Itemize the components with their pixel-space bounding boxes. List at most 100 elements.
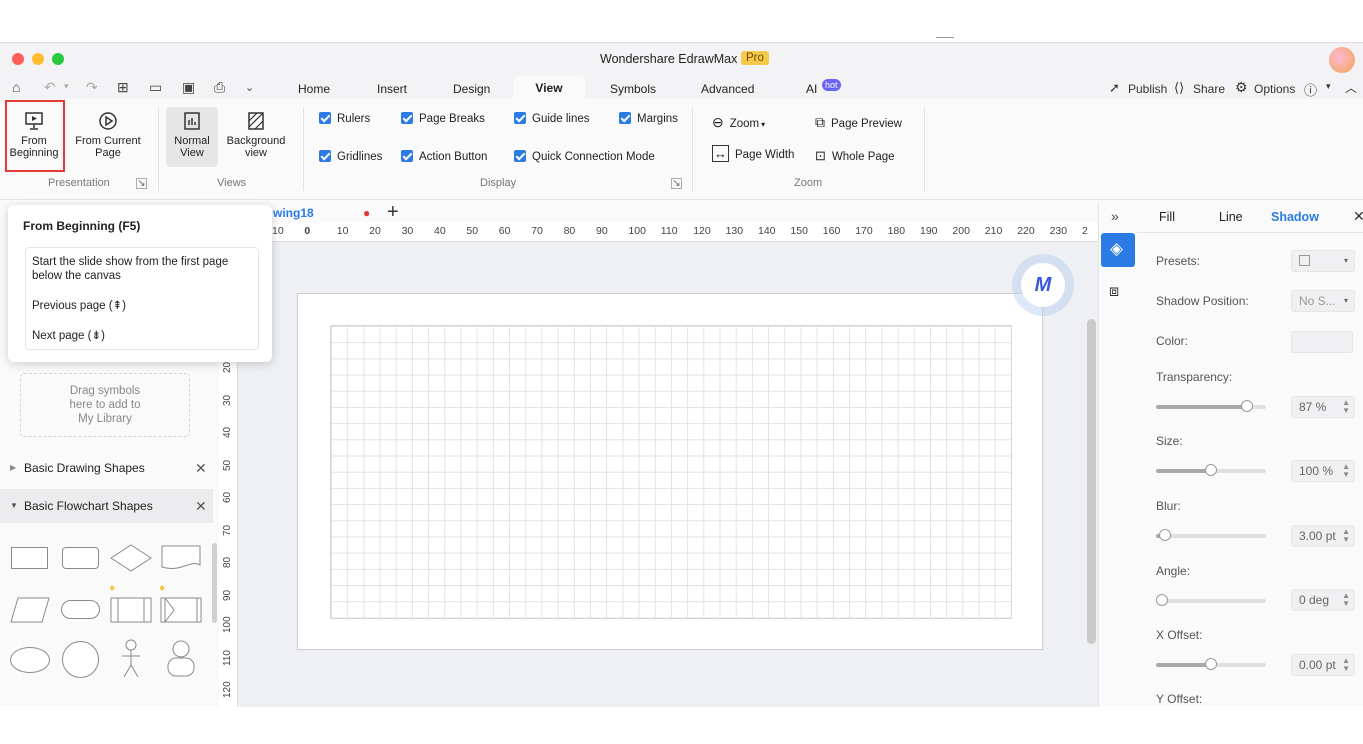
save-icon[interactable]: ▣ <box>182 79 195 96</box>
close-icon[interactable]: ✕ <box>195 489 207 523</box>
actor-shape[interactable] <box>118 639 144 679</box>
rounded-rectangle-shape[interactable] <box>62 547 99 569</box>
help-dropdown-icon[interactable]: ▾ <box>1326 81 1331 92</box>
minimize-window-button[interactable] <box>32 53 44 65</box>
zoom-button[interactable]: ⊖ Zoom ▾ <box>712 114 765 131</box>
document-shape[interactable] <box>161 545 201 572</box>
add-tab-icon[interactable]: + <box>387 201 399 224</box>
transparency-input[interactable]: 87 % ▲ ▼ <box>1291 396 1355 418</box>
margins-checkbox[interactable]: Margins <box>619 112 678 125</box>
help-icon[interactable]: ⓘ <box>1304 80 1317 99</box>
tab-design[interactable]: Design <box>453 82 490 96</box>
canvas-vertical-scrollbar[interactable] <box>1087 319 1096 644</box>
share-button[interactable]: Share <box>1193 82 1225 96</box>
print-icon[interactable]: ⎙ <box>214 79 225 96</box>
page-breaks-checkbox[interactable]: Page Breaks <box>401 112 485 125</box>
angle-input[interactable]: 0 deg ▲ ▼ <box>1291 589 1355 611</box>
library-scrollbar[interactable] <box>212 543 217 623</box>
close-icon[interactable]: ✕ <box>195 451 207 485</box>
from-current-page-button[interactable]: From Current Page <box>70 111 146 159</box>
page-preview-button[interactable]: ⧉ Page Preview <box>815 114 902 131</box>
terminator-shape[interactable] <box>61 600 100 619</box>
gridlines-checkbox[interactable]: Gridlines <box>319 150 382 163</box>
close-window-button[interactable] <box>12 53 24 65</box>
ellipse-shape[interactable] <box>10 647 50 673</box>
x-offset-slider[interactable] <box>1156 658 1266 670</box>
display-launcher-icon[interactable]: ↘ <box>671 178 682 189</box>
from-beginning-button[interactable]: From Beginning <box>8 111 60 159</box>
library-section-basic-flowchart[interactable]: ▼ Basic Flowchart Shapes ✕ <box>0 489 213 523</box>
publish-icon[interactable]: ➚ <box>1109 80 1120 96</box>
slider-knob[interactable] <box>1205 658 1217 670</box>
tab-symbols[interactable]: Symbols <box>610 82 656 96</box>
tab-line[interactable]: Line <box>1219 210 1243 224</box>
circle-shape[interactable] <box>62 641 99 678</box>
close-panel-icon[interactable]: ✕ <box>1353 208 1363 225</box>
stepper-icon[interactable]: ▲ ▼ <box>1342 399 1350 415</box>
blur-input[interactable]: 3.00 pt ▲ ▼ <box>1291 525 1355 547</box>
background-view-button[interactable]: Background view <box>222 111 290 159</box>
x-offset-input[interactable]: 0.00 pt ▲ ▼ <box>1291 654 1355 676</box>
whole-page-icon: ⊡ <box>815 148 826 163</box>
undo-icon[interactable]: ↶ <box>44 79 56 96</box>
undo-dropdown-icon[interactable]: ▾ <box>64 81 69 92</box>
shadow-position-dropdown[interactable]: No S... ▾ <box>1291 290 1355 312</box>
tab-fill[interactable]: Fill <box>1159 210 1175 224</box>
diamond-shape[interactable] <box>110 544 152 572</box>
collapse-panel-icon[interactable]: » <box>1111 208 1119 224</box>
slider-knob[interactable] <box>1156 594 1168 606</box>
ribbon-separator <box>158 107 159 191</box>
stepper-icon[interactable]: ▲ ▼ <box>1342 657 1350 673</box>
angle-slider[interactable] <box>1156 594 1266 606</box>
transparency-slider[interactable] <box>1156 400 1266 412</box>
tab-shadow[interactable]: Shadow <box>1271 210 1319 224</box>
tab-ai[interactable]: AI <box>806 82 817 96</box>
library-section-basic-drawing[interactable]: ▶ Basic Drawing Shapes ✕ <box>0 451 213 485</box>
normal-view-button[interactable]: Normal View <box>166 111 218 159</box>
tab-view[interactable]: View <box>513 76 585 99</box>
predefined-process-shape[interactable] <box>110 584 152 624</box>
stored-data-shape[interactable] <box>160 584 202 624</box>
tab-home[interactable]: Home <box>298 82 330 96</box>
whole-page-button[interactable]: ⊡ Whole Page <box>815 148 895 164</box>
new-file-icon[interactable]: ⊞ <box>117 79 129 96</box>
redo-icon[interactable]: ↷ <box>86 79 98 96</box>
gear-icon[interactable]: ⚙ <box>1235 79 1248 96</box>
more-icon[interactable]: ⌄ <box>245 81 254 94</box>
zoom-window-button[interactable] <box>52 53 64 65</box>
publish-button[interactable]: Publish <box>1128 82 1167 96</box>
page-width-button[interactable]: ↔ Page Width <box>712 145 794 162</box>
rectangle-shape[interactable] <box>11 547 48 569</box>
parallelogram-shape[interactable] <box>10 597 50 623</box>
open-folder-icon[interactable]: ▭ <box>149 79 162 96</box>
stepper-icon[interactable]: ▲ ▼ <box>1342 592 1350 608</box>
slideshow-panel-icon[interactable]: ⧈ <box>1109 283 1119 301</box>
rulers-checkbox[interactable]: Rulers <box>319 112 370 125</box>
size-slider[interactable] <box>1156 464 1266 476</box>
presets-dropdown[interactable]: ▾ <box>1291 250 1355 272</box>
stepper-icon[interactable]: ▲ ▼ <box>1342 463 1350 479</box>
home-icon[interactable]: ⌂ <box>12 79 20 95</box>
fill-tool-button[interactable]: ◈ <box>1101 233 1135 267</box>
tab-insert[interactable]: Insert <box>377 82 407 96</box>
presentation-launcher-icon[interactable]: ↘ <box>136 178 147 189</box>
slider-knob[interactable] <box>1205 464 1217 476</box>
document-tab[interactable]: wing18 <box>273 206 314 220</box>
slider-knob[interactable] <box>1158 529 1171 541</box>
user-shape[interactable] <box>166 639 196 679</box>
document-tab-bar <box>222 204 1098 223</box>
share-icon[interactable]: ⟨⟩ <box>1174 80 1184 96</box>
guide-lines-checkbox[interactable]: Guide lines <box>514 112 590 125</box>
quick-connection-checkbox[interactable]: Quick Connection Mode <box>514 150 655 163</box>
my-library-drop-area[interactable]: Drag symbols here to add to My Library <box>20 373 190 437</box>
options-button[interactable]: Options <box>1254 82 1295 96</box>
avatar[interactable] <box>1329 47 1355 73</box>
tab-advanced[interactable]: Advanced <box>701 82 754 96</box>
blur-slider[interactable] <box>1156 529 1266 541</box>
collapse-ribbon-icon[interactable]: ︿ <box>1345 79 1357 96</box>
size-input[interactable]: 100 % ▲ ▼ <box>1291 460 1355 482</box>
action-button-checkbox[interactable]: Action Button <box>401 150 487 163</box>
stepper-icon[interactable]: ▲ ▼ <box>1342 528 1350 544</box>
edraw-ai-assistant-button[interactable]: M <box>1012 254 1074 316</box>
color-picker[interactable] <box>1291 331 1353 353</box>
